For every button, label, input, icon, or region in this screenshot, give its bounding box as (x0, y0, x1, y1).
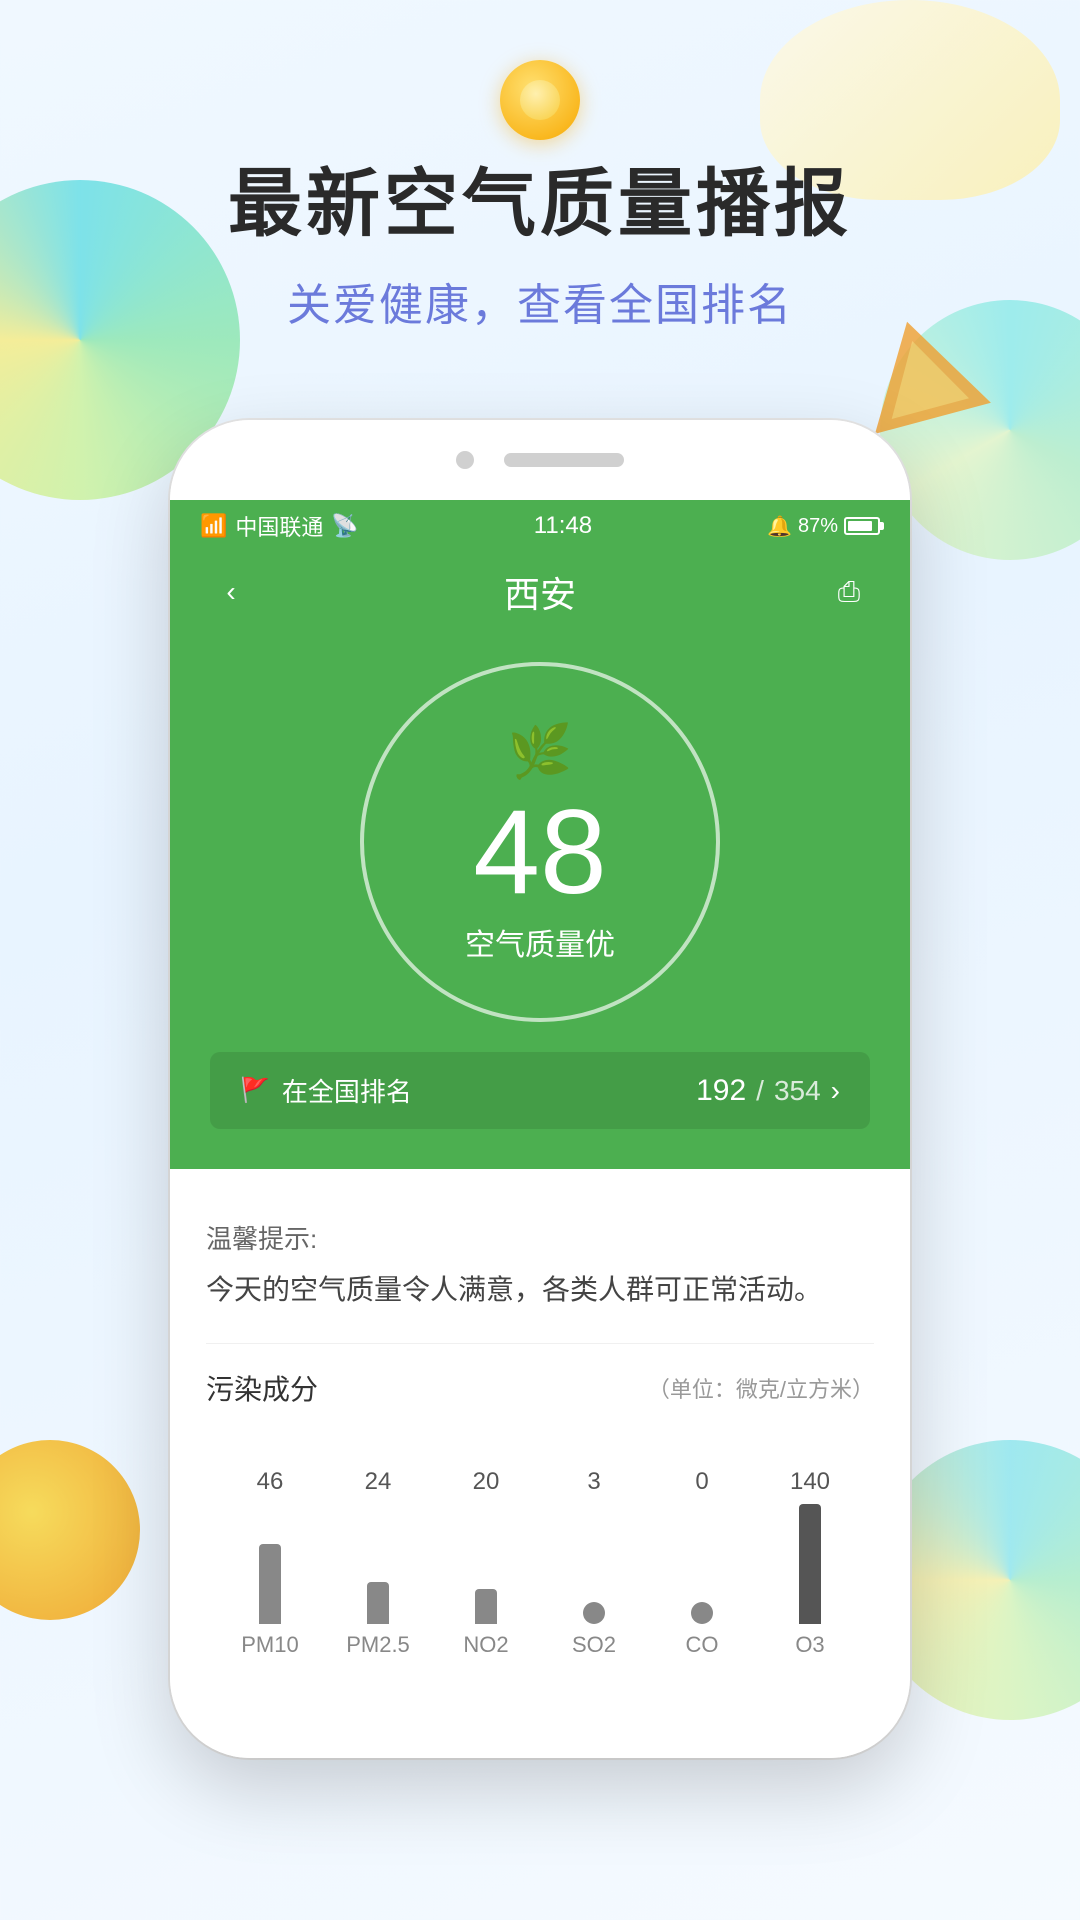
chart-bar-O3 (799, 1504, 821, 1624)
chart-dot-SO2 (583, 1602, 605, 1624)
chart-bar-NO2 (475, 1589, 497, 1624)
status-right: 🔔 87% (767, 514, 880, 539)
share-button[interactable]: ⎙ (824, 567, 874, 617)
content-area: 温馨提示: 今天的空气质量令人满意，各类人群可正常活动。 污染成分 （单位：微克… (170, 1169, 910, 1708)
pollution-header: 污染成分 （单位：微克/立方米） (206, 1368, 874, 1408)
pollution-chart: 46 PM10 24 PM2.5 20 NO2 3 SO2 0 CO 140 O3 (206, 1438, 874, 1658)
chart-item-pm25: 24 PM2.5 (324, 1468, 432, 1658)
tip-text: 今天的空气质量令人满意，各类人群可正常活动。 (206, 1268, 874, 1313)
chart-bar-PM2.5 (367, 1582, 389, 1624)
carrier-label: 中国联通 (235, 510, 323, 542)
wifi-icon: 📡 (331, 513, 358, 539)
chart-dot-CO (691, 1602, 713, 1624)
tip-section: 温馨提示: 今天的空气质量令人满意，各类人群可正常活动。 (206, 1199, 874, 1344)
phone-bottom (170, 1708, 910, 1758)
time-display: 11:48 (534, 512, 592, 540)
phone-body: 📶 中国联通 📡 11:48 🔔 87% ‹ 西安 ⎙ 🌿 48 (170, 420, 910, 1758)
status-left: 📶 中国联通 📡 (200, 510, 359, 542)
chart-item-pm10: 46 PM10 (216, 1468, 324, 1658)
ranking-left: 🚩 在全国排名 (240, 1072, 412, 1109)
ranking-right: 192 / 354 › (696, 1074, 840, 1108)
chart-value-O3: 140 (790, 1468, 830, 1496)
pollution-title: 污染成分 (206, 1368, 318, 1408)
chart-bar-wrap-CO (691, 1504, 713, 1624)
chart-bar-wrap-O3 (799, 1504, 821, 1624)
chart-bar-wrap-PM2.5 (367, 1504, 389, 1624)
battery-percent: 87% (798, 515, 838, 538)
phone-mockup: 📶 中国联通 📡 11:48 🔔 87% ‹ 西安 ⎙ 🌿 48 (170, 420, 910, 1758)
heading-title: 最新空气质量播报 (0, 160, 1080, 249)
chart-item-o3: 140 O3 (756, 1468, 864, 1658)
chart-value-SO2: 3 (587, 1468, 600, 1496)
battery-fill (848, 521, 872, 531)
chart-value-NO2: 20 (473, 1468, 500, 1496)
aqi-value: 48 (473, 792, 606, 912)
chart-bar-wrap-PM10 (259, 1504, 281, 1624)
chart-bar-wrap-SO2 (583, 1504, 605, 1624)
chart-bar-PM10 (259, 1544, 281, 1624)
chart-label-O3: O3 (795, 1632, 824, 1658)
phone-camera (456, 451, 474, 469)
chart-label-CO: CO (686, 1632, 719, 1658)
chart-item-no2: 20 NO2 (432, 1468, 540, 1658)
chart-bar-wrap-NO2 (475, 1504, 497, 1624)
signal-icon: 📶 (200, 513, 227, 539)
flag-icon: 🚩 (240, 1076, 270, 1105)
chart-label-NO2: NO2 (463, 1632, 508, 1658)
ranking-current: 192 (696, 1074, 746, 1108)
aqi-area: 🌿 48 空气质量优 🚩 在全国排名 192 / 354 › (170, 632, 910, 1169)
ranking-text: 在全国排名 (282, 1072, 412, 1109)
chevron-right-icon: › (831, 1075, 840, 1107)
chart-value-PM2.5: 24 (365, 1468, 392, 1496)
chart-item-so2: 3 SO2 (540, 1468, 648, 1658)
chart-label-PM10: PM10 (241, 1632, 298, 1658)
pollution-unit: （单位：微克/立方米） (648, 1372, 874, 1404)
top-icon-wrap (500, 60, 580, 140)
chart-label-SO2: SO2 (572, 1632, 616, 1658)
phone-speaker (504, 453, 624, 467)
heading-subtitle: 关爱健康，查看全国排名 (0, 269, 1080, 333)
bg-sphere-bottom-left (0, 1440, 140, 1620)
aqi-circle: 🌿 48 空气质量优 (360, 662, 720, 1022)
battery-icon (844, 517, 880, 535)
chart-value-CO: 0 (695, 1468, 708, 1496)
phone-top-bar (170, 420, 910, 500)
alarm-icon: 🔔 (767, 514, 792, 539)
tip-title: 温馨提示: (206, 1219, 874, 1256)
app-header: ‹ 西安 ⎙ (170, 552, 910, 632)
ranking-slash: / (756, 1075, 764, 1107)
city-title: 西安 (504, 566, 576, 618)
leaf-icon: 🌿 (508, 721, 573, 782)
ranking-total: 354 (774, 1075, 821, 1107)
status-bar: 📶 中国联通 📡 11:48 🔔 87% (170, 500, 910, 552)
back-button[interactable]: ‹ (206, 567, 256, 617)
aqi-label: 空气质量优 (465, 920, 615, 964)
main-heading: 最新空气质量播报 关爱健康，查看全国排名 (0, 160, 1080, 333)
chart-value-PM10: 46 (257, 1468, 284, 1496)
top-icon (500, 60, 580, 140)
chart-label-PM2.5: PM2.5 (346, 1632, 410, 1658)
ranking-bar[interactable]: 🚩 在全国排名 192 / 354 › (210, 1052, 870, 1129)
chart-item-co: 0 CO (648, 1468, 756, 1658)
pollution-section: 污染成分 （单位：微克/立方米） 46 PM10 24 PM2.5 20 NO2 3 SO2 0… (206, 1344, 874, 1678)
